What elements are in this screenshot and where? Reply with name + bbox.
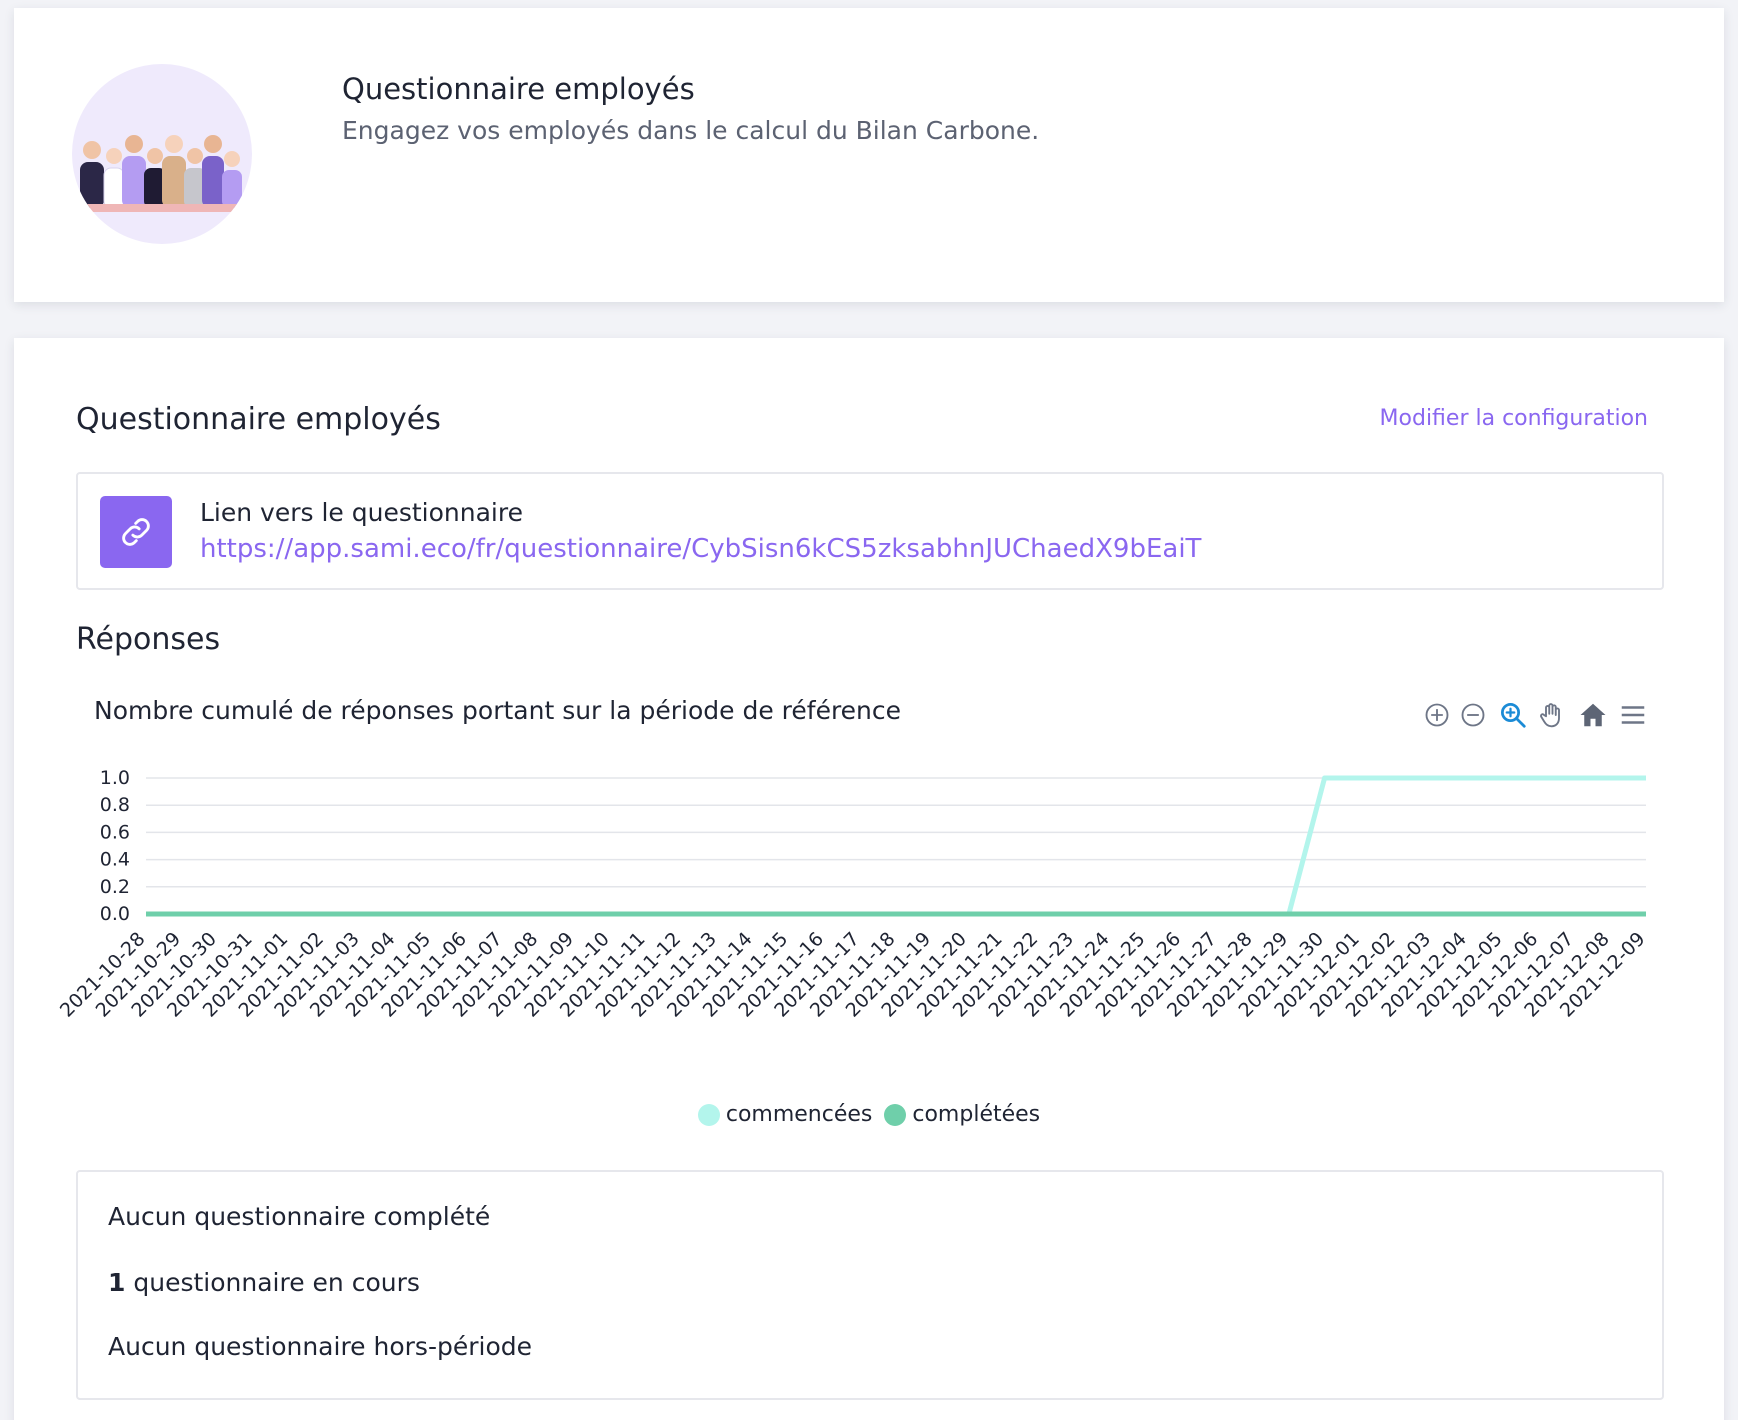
header-card: Questionnaire employés Engagez vos emplo… — [14, 8, 1724, 302]
y-tick-label: 0.2 — [100, 876, 130, 898]
in-progress-count: 1 — [108, 1268, 126, 1297]
pan-hand-icon[interactable] — [1534, 698, 1568, 732]
y-tick-label: 0.8 — [100, 794, 130, 816]
link-icon — [100, 496, 172, 568]
y-tick-label: 0.6 — [100, 821, 130, 843]
y-tick-label: 0.0 — [100, 903, 130, 925]
y-tick-label: 0.4 — [100, 849, 130, 871]
zoom-select-icon[interactable] — [1496, 698, 1530, 732]
summary-out-of-period: Aucun questionnaire hors-période — [108, 1332, 532, 1361]
responses-title: Réponses — [76, 622, 221, 657]
in-progress-text: questionnaire en cours — [125, 1268, 420, 1297]
chart-toolbar — [1420, 698, 1670, 732]
legend-item-completed[interactable]: complétées — [884, 1102, 1040, 1127]
zoom-out-icon[interactable] — [1456, 698, 1490, 732]
chart-title: Nombre cumulé de réponses portant sur la… — [94, 696, 902, 725]
summary-box: Aucun questionnaire complété 1 questionn… — [76, 1170, 1664, 1400]
edit-configuration-link[interactable]: Modifier la configuration — [1380, 406, 1648, 431]
reset-home-icon[interactable] — [1576, 698, 1610, 732]
link-label: Lien vers le questionnaire — [200, 498, 523, 527]
legend-label-started: commencées — [725, 1102, 873, 1127]
employees-illustration — [72, 64, 252, 244]
summary-in-progress: 1 questionnaire en cours — [108, 1268, 420, 1297]
main-card: Questionnaire employés Modifier la confi… — [14, 338, 1724, 1420]
legend-label-completed: complétées — [912, 1102, 1041, 1127]
series-line-started — [146, 775, 1646, 917]
responses-line-chart: 0.00.20.40.60.81.02021-10-282021-10-2920… — [56, 768, 1650, 1022]
summary-completed: Aucun questionnaire complété — [108, 1202, 491, 1231]
chart-legend: commencées complétées — [14, 1102, 1724, 1127]
menu-icon[interactable] — [1616, 698, 1650, 732]
legend-item-started[interactable]: commencées — [697, 1102, 873, 1127]
header-title: Questionnaire employés — [342, 72, 695, 106]
section-title: Questionnaire employés — [76, 402, 441, 437]
questionnaire-link-box: Lien vers le questionnaire https://app.s… — [76, 472, 1664, 590]
y-tick-label: 1.0 — [100, 768, 130, 789]
legend-marker-completed — [884, 1103, 907, 1126]
legend-marker-started — [697, 1103, 720, 1126]
header-subtitle: Engagez vos employés dans le calcul du B… — [342, 116, 1040, 145]
zoom-in-icon[interactable] — [1420, 698, 1454, 732]
questionnaire-url-link[interactable]: https://app.sami.eco/fr/questionnaire/Cy… — [200, 534, 1201, 564]
